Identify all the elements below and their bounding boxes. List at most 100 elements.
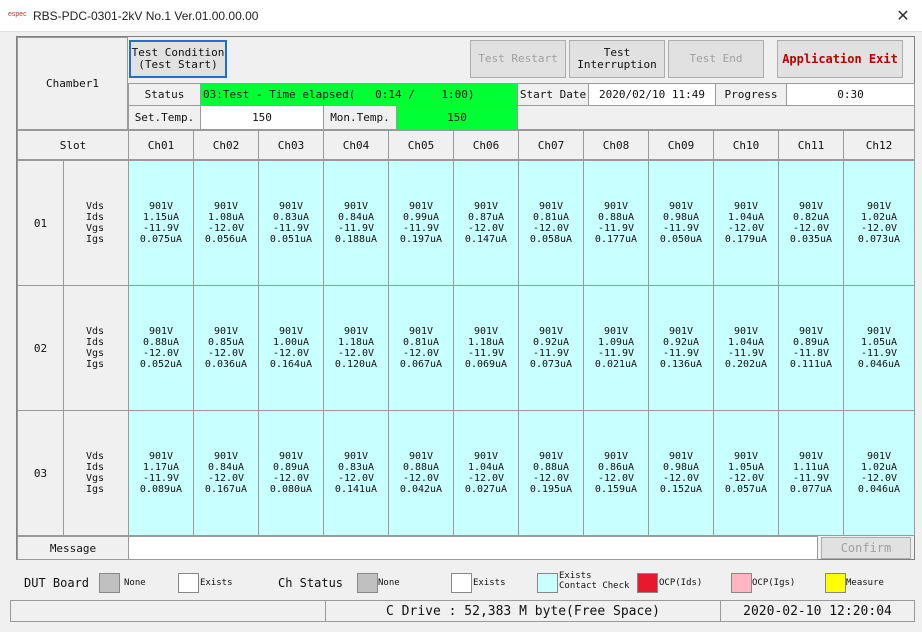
legend-swatch xyxy=(451,573,472,593)
start-date-value: 2020/02/10 11:49 xyxy=(588,83,716,106)
channel-header: Ch03 xyxy=(258,130,324,160)
confirm-button[interactable]: Confirm xyxy=(821,537,911,559)
legend-label-text: OCP(Igs) xyxy=(752,578,796,588)
close-icon[interactable]: ✕ xyxy=(890,5,916,27)
channel-cell[interactable]: 901V 0.86uA -12.0V 0.159uA xyxy=(583,410,649,536)
param-labels: Vds Ids Vgs Igs xyxy=(63,410,129,536)
channel-cell[interactable]: 901V 0.98uA -12.0V 0.152uA xyxy=(648,410,714,536)
channel-cell[interactable]: 901V 0.81uA -12.0V 0.067uA xyxy=(388,285,454,411)
legend-label-text: Measure xyxy=(846,578,884,588)
channel-cell[interactable]: 901V 0.89uA -11.8V 0.111uA xyxy=(778,285,844,411)
legend-label-text: None xyxy=(378,578,400,588)
legend-swatch xyxy=(825,573,846,593)
channel-cell[interactable]: 901V 1.04uA -11.9V 0.202uA xyxy=(713,285,779,411)
channel-cell[interactable]: 901V 0.88uA -12.0V 0.042uA xyxy=(388,410,454,536)
legend-swatch xyxy=(637,573,658,593)
channel-header: Ch05 xyxy=(388,130,454,160)
legend-label-text: Exists xyxy=(200,578,233,588)
slot-header: Slot xyxy=(17,130,129,160)
channel-cell[interactable]: 901V 1.11uA -11.9V 0.077uA xyxy=(778,410,844,536)
legend-swatch xyxy=(178,573,199,593)
message-label: Message xyxy=(17,536,129,560)
channel-cell[interactable]: 901V 1.04uA -12.0V 0.027uA xyxy=(453,410,519,536)
clock: 2020-02-10 12:20:04 xyxy=(720,600,915,622)
channel-cell[interactable]: 901V 0.87uA -12.0V 0.147uA xyxy=(453,160,519,286)
progress-label: Progress xyxy=(715,83,787,106)
channel-cell[interactable]: 901V 1.05uA -12.0V 0.057uA xyxy=(713,410,779,536)
window-title: RBS-PDC-0301-2kV No.1 Ver.01.00.00.00 xyxy=(33,9,259,23)
channel-header: Ch06 xyxy=(453,130,519,160)
channel-header: Ch09 xyxy=(648,130,714,160)
channel-cell[interactable]: 901V 0.92uA -11.9V 0.136uA xyxy=(648,285,714,411)
channel-cell[interactable]: 901V 1.05uA -11.9V 0.046uA xyxy=(843,285,915,411)
channel-header: Ch07 xyxy=(518,130,584,160)
channel-cell[interactable]: 901V 0.83uA -12.0V 0.141uA xyxy=(323,410,389,536)
channel-cell[interactable]: 901V 0.99uA -11.9V 0.197uA xyxy=(388,160,454,286)
channel-cell[interactable]: 901V 0.98uA -11.9V 0.050uA xyxy=(648,160,714,286)
legend-swatch xyxy=(99,573,120,593)
channel-cell[interactable]: 901V 0.84uA -12.0V 0.167uA xyxy=(193,410,259,536)
channel-cell[interactable]: 901V 0.83uA -11.9V 0.051uA xyxy=(258,160,324,286)
test-interruption-button[interactable]: Test Interruption xyxy=(569,40,665,78)
channel-cell[interactable]: 901V 1.15uA -11.9V 0.075uA xyxy=(128,160,194,286)
temp-row-filler xyxy=(517,105,915,130)
statusbar-blank xyxy=(10,600,326,622)
mon-temp-value: 150 xyxy=(396,105,518,130)
app-logo-icon: espec xyxy=(8,11,27,18)
channel-header: Ch11 xyxy=(778,130,844,160)
set-temp-label: Set.Temp. xyxy=(128,105,201,130)
channel-cell[interactable]: 901V 0.84uA -11.9V 0.188uA xyxy=(323,160,389,286)
channel-cell[interactable]: 901V 0.85uA -12.0V 0.036uA xyxy=(193,285,259,411)
title-bar: espec RBS-PDC-0301-2kV No.1 Ver.01.00.00… xyxy=(0,0,922,32)
status-value: 03:Test - Time elapsed( 0:14 / 1:00) xyxy=(200,83,518,106)
test-restart-button[interactable]: Test Restart xyxy=(470,40,566,78)
channel-cell[interactable]: 901V 1.09uA -11.9V 0.021uA xyxy=(583,285,649,411)
channel-cell[interactable]: 901V 1.08uA -12.0V 0.056uA xyxy=(193,160,259,286)
channel-cell[interactable]: 901V 1.18uA -12.0V 0.120uA xyxy=(323,285,389,411)
set-temp-value: 150 xyxy=(200,105,324,130)
dut-board-label: DUT Board xyxy=(24,576,90,590)
mon-temp-label: Mon.Temp. xyxy=(323,105,397,130)
channel-cell[interactable]: 901V 1.04uA -12.0V 0.179uA xyxy=(713,160,779,286)
channel-cell[interactable]: 901V 0.89uA -12.0V 0.080uA xyxy=(258,410,324,536)
channel-cell[interactable]: 901V 1.02uA -12.0V 0.046uA xyxy=(843,410,915,536)
legend-swatch xyxy=(731,573,752,593)
channel-cell[interactable]: 901V 0.88uA -12.0V 0.195uA xyxy=(518,410,584,536)
channel-header: Ch04 xyxy=(323,130,389,160)
start-date-label: Start Date xyxy=(517,83,589,106)
test-condition-button[interactable]: Test Condition (Test Start) xyxy=(129,40,227,78)
legend-swatch xyxy=(537,573,558,593)
legend-label-text: Exists Contact Check xyxy=(559,571,630,591)
channel-header: Ch08 xyxy=(583,130,649,160)
status-label: Status xyxy=(128,83,201,106)
test-end-button[interactable]: Test End xyxy=(668,40,764,78)
channel-cell[interactable]: 901V 1.18uA -11.9V 0.069uA xyxy=(453,285,519,411)
chamber-label: Chamber1 xyxy=(17,37,128,130)
channel-cell[interactable]: 901V 1.00uA -12.0V 0.164uA xyxy=(258,285,324,411)
ch-status-label: Ch Status xyxy=(278,576,344,590)
channel-cell[interactable]: 901V 0.88uA -11.9V 0.177uA xyxy=(583,160,649,286)
slot-number: 03 xyxy=(17,410,64,536)
disk-free-space: C Drive : 52,383 M byte(Free Space) xyxy=(325,600,721,622)
channel-cell[interactable]: 901V 0.82uA -12.0V 0.035uA xyxy=(778,160,844,286)
main-panel: Chamber1 Test Condition (Test Start) Tes… xyxy=(16,36,915,560)
message-field xyxy=(128,536,818,560)
channel-header: Ch12 xyxy=(843,130,915,160)
channel-header: Ch02 xyxy=(193,130,259,160)
param-labels: Vds Ids Vgs Igs xyxy=(63,160,129,286)
channel-cell[interactable]: 901V 0.81uA -12.0V 0.058uA xyxy=(518,160,584,286)
channel-header: Ch10 xyxy=(713,130,779,160)
channel-cell[interactable]: 901V 1.17uA -11.9V 0.089uA xyxy=(128,410,194,536)
progress-value: 0:30 xyxy=(786,83,915,106)
legend-label-text: None xyxy=(124,578,146,588)
channel-cell[interactable]: 901V 0.92uA -11.9V 0.073uA xyxy=(518,285,584,411)
legend-swatch xyxy=(357,573,378,593)
channel-cell[interactable]: 901V 1.02uA -12.0V 0.073uA xyxy=(843,160,915,286)
application-exit-button[interactable]: Application Exit xyxy=(777,40,903,78)
slot-number: 02 xyxy=(17,285,64,411)
channel-header: Ch01 xyxy=(128,130,194,160)
channel-cell[interactable]: 901V 0.88uA -12.0V 0.052uA xyxy=(128,285,194,411)
param-labels: Vds Ids Vgs Igs xyxy=(63,285,129,411)
slot-number: 01 xyxy=(17,160,64,286)
legend-label-text: Exists xyxy=(473,578,506,588)
